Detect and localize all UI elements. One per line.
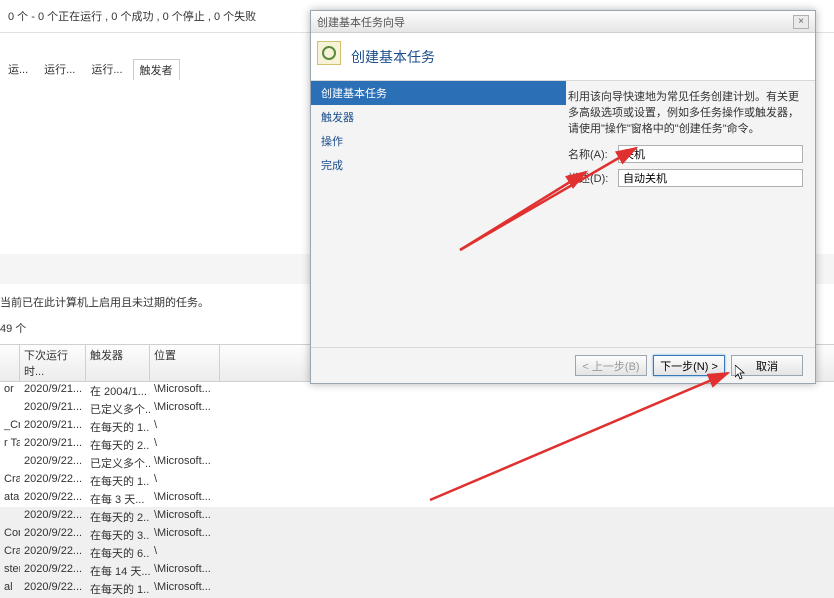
create-basic-task-wizard-dialog: 创建基本任务向导 × 创建基本任务 创建基本任务 触发器 操作 完成 利用该向导… (310, 10, 816, 384)
name-input[interactable] (618, 145, 803, 163)
wizard-title: 创建基本任务向导 (317, 14, 405, 30)
wizard-icon (317, 41, 341, 65)
table-row[interactable]: stem2020/9/22...在每 14 天...\Microsoft... (0, 562, 834, 580)
table-row[interactable]: Cras...2020/9/22...在每天的 1...\ (0, 472, 834, 490)
col-location[interactable]: 位置 (150, 345, 220, 381)
tab-item-active[interactable]: 触发者 (133, 59, 180, 80)
table-row[interactable]: Com...2020/9/22...在每天的 3...\Microsoft... (0, 526, 834, 544)
col-trigger[interactable]: 触发器 (86, 345, 150, 381)
table-row[interactable]: al2020/9/22...在每天的 1...\Microsoft... (0, 580, 834, 598)
nav-step-action[interactable]: 操作 (311, 129, 566, 153)
nav-step-trigger[interactable]: 触发器 (311, 105, 566, 129)
table-row[interactable]: Cras...2020/9/22...在每天的 6...\ (0, 544, 834, 562)
table-row[interactable]: or2020/9/21...在 2004/1...\Microsoft... (0, 382, 834, 400)
table-row[interactable]: r Ta...2020/9/21...在每天的 2...\ (0, 436, 834, 454)
table-row[interactable]: 2020/9/22...已定义多个...\Microsoft... (0, 454, 834, 472)
description-label: 描述(D): (568, 170, 618, 186)
table-row[interactable]: 2020/9/22...在每天的 2...\Microsoft... (0, 508, 834, 526)
col-next-run[interactable]: 下次运行时... (20, 345, 86, 381)
name-label: 名称(A): (568, 146, 618, 162)
next-button[interactable]: 下一步(N) > (653, 355, 725, 376)
wizard-footer: < 上一步(B) 下一步(N) > 取消 (311, 347, 815, 383)
wizard-header: 创建基本任务 (311, 33, 815, 81)
tab-item[interactable]: 运行... (38, 59, 81, 80)
wizard-titlebar[interactable]: 创建基本任务向导 × (311, 11, 815, 33)
nav-step-basic[interactable]: 创建基本任务 (311, 81, 566, 105)
nav-step-finish[interactable]: 完成 (311, 153, 566, 177)
wizard-description: 利用该向导快速地为常见任务创建计划。有关更多高级选项或设置，例如多任务操作或触发… (568, 89, 803, 137)
wizard-content: 利用该向导快速地为常见任务创建计划。有关更多高级选项或设置，例如多任务操作或触发… (566, 81, 815, 347)
table-row[interactable]: ataU...2020/9/22...在每 3 天...\Microsoft..… (0, 490, 834, 508)
description-input[interactable] (618, 169, 803, 187)
tab-item[interactable]: 运... (2, 59, 34, 80)
cancel-button[interactable]: 取消 (731, 355, 803, 376)
wizard-heading: 创建基本任务 (351, 47, 435, 67)
wizard-nav: 创建基本任务 触发器 操作 完成 (311, 81, 566, 347)
table-row[interactable]: 2020/9/21...已定义多个...\Microsoft... (0, 400, 834, 418)
tab-item[interactable]: 运行... (85, 59, 128, 80)
back-button: < 上一步(B) (575, 355, 647, 376)
close-button[interactable]: × (793, 15, 809, 29)
table-row[interactable]: _Cras...2020/9/21...在每天的 1...\ (0, 418, 834, 436)
